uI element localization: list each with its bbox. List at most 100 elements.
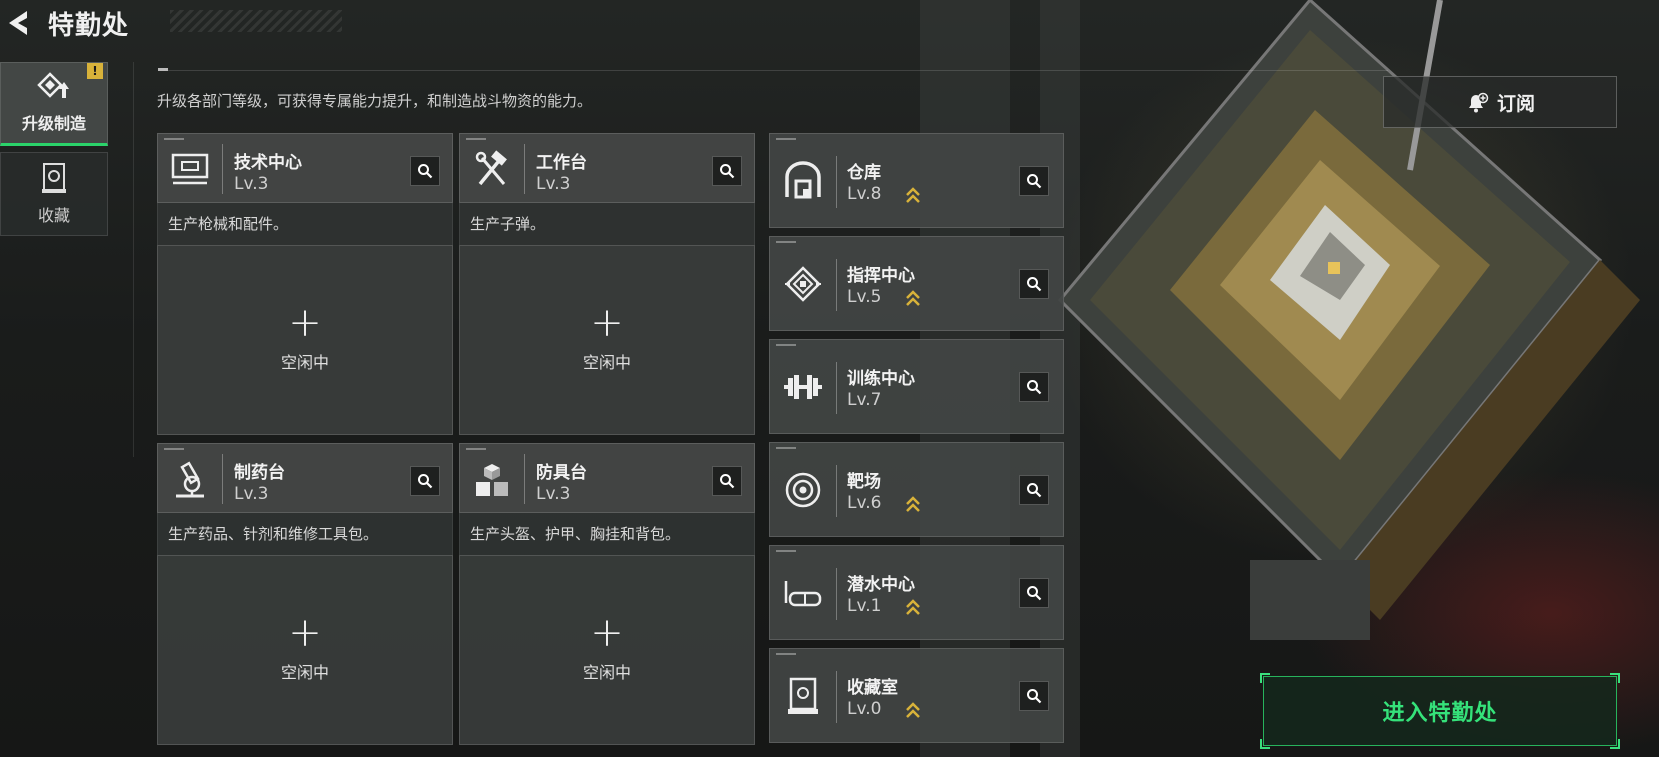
add-icon: + <box>288 610 322 656</box>
facility-item-diving-center[interactable]: 潜水中心 Lv.1 <box>769 545 1064 640</box>
inspect-button[interactable] <box>1019 681 1049 711</box>
facility-item-warehouse[interactable]: 仓库 Lv.8 <box>769 133 1064 228</box>
slot-status: 空闲中 <box>280 353 329 372</box>
nav-item-upgrade-craft[interactable]: ! 升级制造 <box>0 62 108 146</box>
button-corner <box>1260 739 1270 749</box>
inspect-button[interactable] <box>712 466 742 496</box>
button-corner <box>1610 739 1620 749</box>
subscribe-button[interactable]: 订阅 <box>1383 76 1617 128</box>
upgrade-arrow-icon <box>906 496 920 512</box>
production-slot[interactable]: + 空闲中 <box>459 245 755 435</box>
collection-case-icon <box>42 163 66 193</box>
production-slot[interactable]: + 空闲中 <box>157 245 453 435</box>
upgrade-arrow-icon <box>906 290 920 306</box>
slot-status: 空闲中 <box>582 353 631 372</box>
search-icon <box>1027 277 1042 292</box>
subscribe-label: 订阅 <box>1496 92 1535 115</box>
card-header[interactable]: 技术中心 Lv.3 <box>157 133 453 203</box>
facility-level: Lv.0 <box>847 699 882 719</box>
facility-description: 生产药品、针剂和维修工具包。 <box>157 513 453 555</box>
dumbbell-icon <box>784 375 822 399</box>
upgrade-arrow-icon <box>906 599 920 615</box>
inspect-button[interactable] <box>1019 475 1049 505</box>
button-corner <box>1260 673 1270 683</box>
production-slot[interactable]: + 空闲中 <box>157 555 453 745</box>
inspect-button[interactable] <box>1019 269 1049 299</box>
facility-name: 防具台 <box>536 463 587 483</box>
facility-name: 训练中心 <box>847 369 915 389</box>
production-card-tech-center: 技术中心 Lv.3 生产枪械和配件。 + 空闲中 <box>157 133 453 435</box>
production-slot[interactable]: + 空闲中 <box>459 555 755 745</box>
search-icon <box>418 164 433 179</box>
facility-name: 指挥中心 <box>847 266 915 286</box>
back-arrow-icon <box>9 11 27 35</box>
card-header[interactable]: 工作台 Lv.3 <box>459 133 755 203</box>
facility-name: 收藏室 <box>847 678 898 698</box>
facility-name: 靶场 <box>847 472 881 492</box>
page-title: 特勤处 <box>48 10 130 41</box>
facility-item-training-center[interactable]: 训练中心 Lv.7 <box>769 339 1064 434</box>
search-icon <box>720 474 735 489</box>
facility-description: 生产枪械和配件。 <box>157 203 453 245</box>
facility-item-shooting-range[interactable]: 靶场 Lv.6 <box>769 442 1064 537</box>
inspect-button[interactable] <box>1019 578 1049 608</box>
search-icon <box>1027 586 1042 601</box>
inspect-button[interactable] <box>1019 372 1049 402</box>
divider <box>133 62 134 457</box>
upgrade-arrow-icon <box>906 702 920 718</box>
bell-plus-icon <box>1468 92 1489 113</box>
trophy-case-icon <box>788 677 818 714</box>
facility-item-command-center[interactable]: 指挥中心 Lv.5 <box>769 236 1064 331</box>
divider-mark <box>158 68 168 71</box>
production-card-armor-bench: 防具台 Lv.3 生产头盔、护甲、胸挂和背包。 + 空闲中 <box>459 443 755 745</box>
add-icon: + <box>590 610 624 656</box>
boxes-icon <box>476 464 508 496</box>
facility-level: Lv.7 <box>847 390 882 410</box>
production-card-pharmacy: 制药台 Lv.3 生产药品、针剂和维修工具包。 + 空闲中 <box>157 443 453 745</box>
slot-status: 空闲中 <box>280 663 329 682</box>
facility-name: 制药台 <box>234 463 285 483</box>
chip-icon <box>785 266 821 302</box>
inspect-button[interactable] <box>410 156 440 186</box>
inspect-button[interactable] <box>410 466 440 496</box>
facility-item-collection-room[interactable]: 收藏室 Lv.0 <box>769 648 1064 743</box>
add-icon: + <box>590 300 624 346</box>
production-card-workbench: 工作台 Lv.3 生产子弹。 + 空闲中 <box>459 133 755 435</box>
facility-name: 工作台 <box>536 153 587 173</box>
facility-name: 技术中心 <box>234 153 302 173</box>
nav-item-collection[interactable]: 收藏 <box>0 152 108 236</box>
facility-description: 生产子弹。 <box>459 203 755 245</box>
upgrade-icon <box>37 72 69 98</box>
facility-name: 仓库 <box>847 163 881 183</box>
facility-description: 生产头盔、护甲、胸挂和背包。 <box>459 513 755 555</box>
card-header[interactable]: 防具台 Lv.3 <box>459 443 755 513</box>
facility-level: Lv.3 <box>234 484 269 504</box>
upgrade-arrow-icon <box>906 187 920 203</box>
inspect-button[interactable] <box>1019 166 1049 196</box>
facility-level: Lv.5 <box>847 287 882 307</box>
search-icon <box>720 164 735 179</box>
facility-level: Lv.3 <box>536 174 571 194</box>
diving-mask-icon <box>784 581 822 607</box>
nav-item-label: 收藏 <box>37 206 70 225</box>
slot-status: 空闲中 <box>582 663 631 682</box>
enter-special-ops-button[interactable]: 进入特勤处 <box>1260 673 1620 749</box>
page-description: 升级各部门等级，可获得专属能力提升，和制造战斗物资的能力。 <box>157 92 593 110</box>
add-icon: + <box>288 300 322 346</box>
facility-level: Lv.6 <box>847 493 882 513</box>
hammer-wrench-icon <box>475 150 507 186</box>
divider <box>158 70 1388 71</box>
search-icon <box>1027 689 1042 704</box>
back-button[interactable] <box>0 3 40 43</box>
search-icon <box>1027 380 1042 395</box>
search-icon <box>1027 174 1042 189</box>
facility-level: Lv.1 <box>847 596 882 616</box>
enter-button-label: 进入特勤处 <box>1382 701 1498 726</box>
search-icon <box>1027 483 1042 498</box>
nav-item-label: 升级制造 <box>21 114 86 133</box>
side-nav: ! 升级制造 收藏 <box>0 62 110 242</box>
card-header[interactable]: 制药台 Lv.3 <box>157 443 453 513</box>
inspect-button[interactable] <box>712 156 742 186</box>
warehouse-icon <box>785 161 821 199</box>
title-decoration <box>170 10 342 32</box>
